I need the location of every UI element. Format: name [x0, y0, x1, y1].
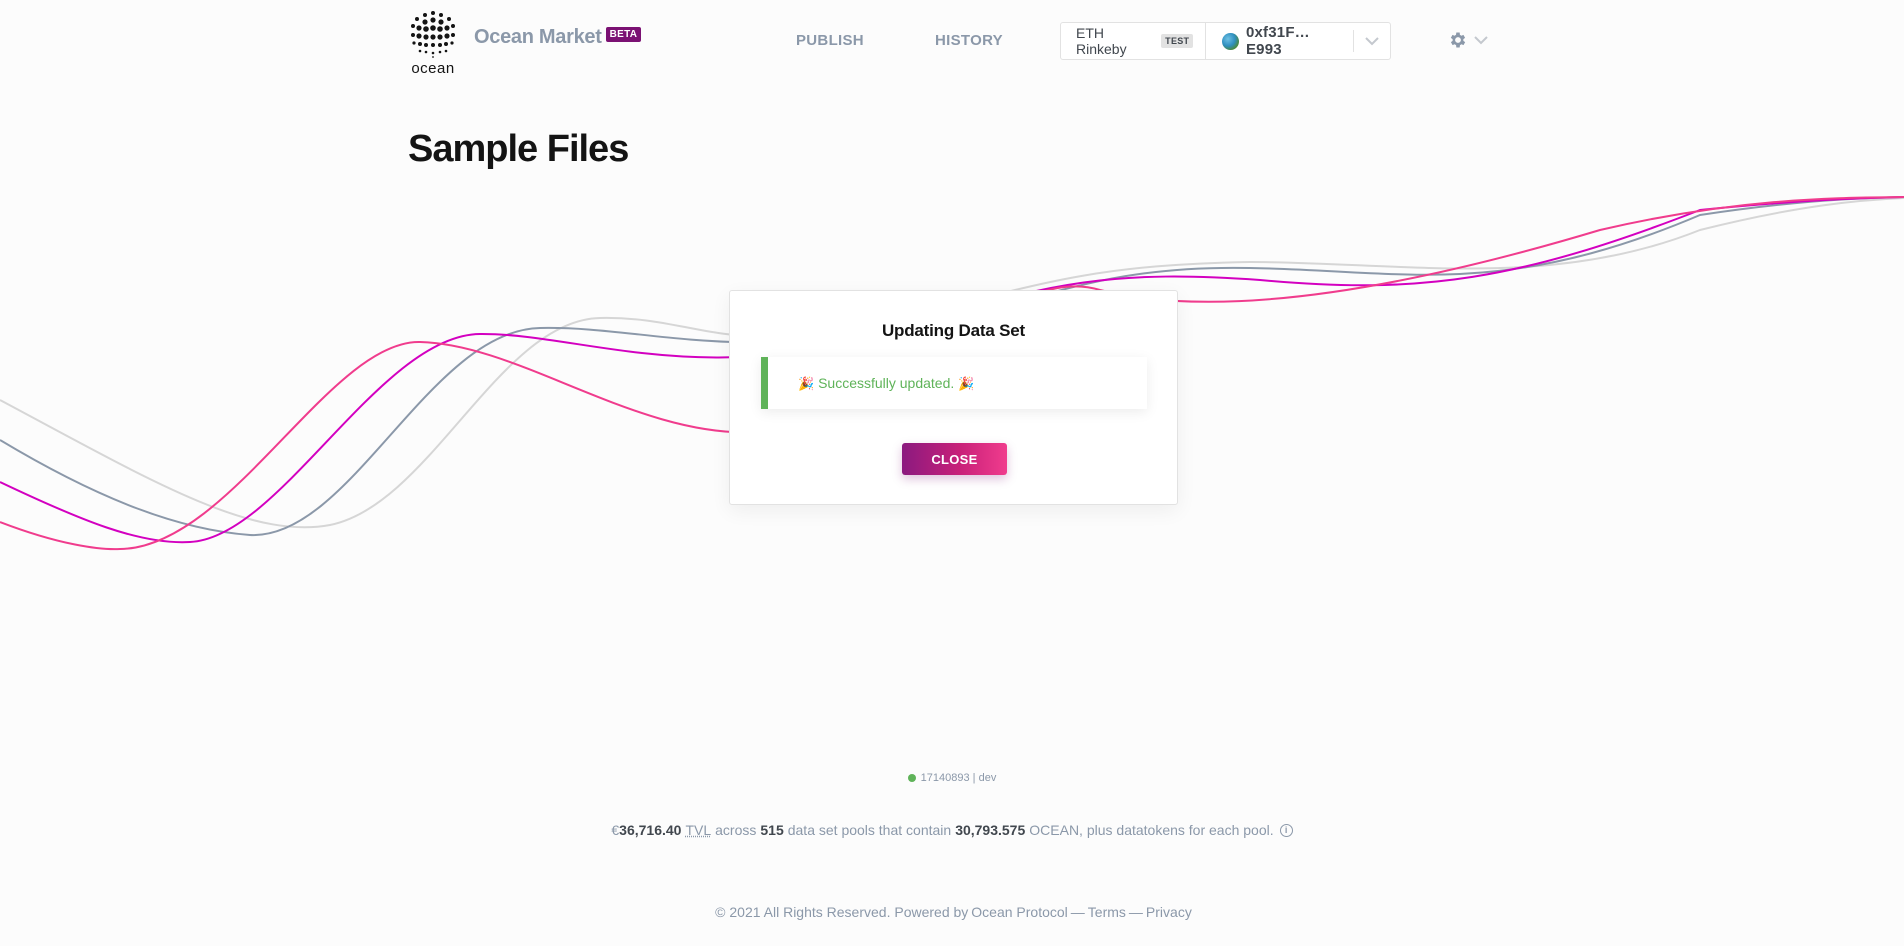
- network-name: ETH Rinkeby: [1076, 25, 1127, 57]
- ocean-protocol-link[interactable]: Ocean Protocol: [971, 904, 1068, 920]
- terms-link[interactable]: Terms: [1088, 904, 1126, 920]
- party-popper-icon-trailing: 🎉: [958, 375, 975, 391]
- privacy-link[interactable]: Privacy: [1146, 904, 1192, 920]
- nav-publish-link[interactable]: PUBLISH: [796, 32, 864, 49]
- success-message: 🎉 Successfully updated. 🎉: [798, 375, 974, 392]
- brand-name: Ocean Market: [474, 26, 602, 48]
- party-popper-icon: 🎉: [798, 375, 815, 391]
- info-icon[interactable]: i: [1279, 823, 1293, 837]
- ocean-logo: ocean: [408, 10, 458, 77]
- status-dot: [907, 774, 916, 782]
- network-test-badge: TEST: [1161, 34, 1194, 48]
- tvl-abbr[interactable]: TVL: [685, 822, 711, 838]
- network-indicator[interactable]: ETH Rinkeby TEST: [1061, 23, 1207, 59]
- wallet-widget: ETH Rinkeby TEST 0xf31F…E993: [1060, 22, 1391, 60]
- build-id[interactable]: 17140893 | dev: [0, 772, 1904, 784]
- account-button[interactable]: 0xf31F…E993: [1206, 23, 1390, 59]
- ocean-dots-logo-icon: [411, 11, 455, 58]
- copyright-text: © 2021 All Rights Reserved. Powered by: [715, 904, 969, 920]
- copyright-line: © 2021 All Rights Reserved. Powered by O…: [0, 904, 1904, 920]
- build-hash: 17140893: [920, 772, 970, 784]
- globe-avatar-icon: [1222, 32, 1239, 50]
- site-header: ocean Ocean Market BETA PUBLISH HISTORY …: [0, 0, 1904, 90]
- tvl-currency: €: [611, 822, 620, 838]
- settings-chevron-down-icon: [1474, 35, 1488, 44]
- tvl-value: 36,716.40: [619, 822, 682, 838]
- settings-menu-button[interactable]: [1448, 30, 1488, 50]
- pool-count: 515: [760, 822, 784, 838]
- close-button[interactable]: CLOSE: [902, 443, 1007, 475]
- stats-across: across: [715, 822, 757, 838]
- home-logo-link[interactable]: ocean Ocean Market BETA: [408, 10, 642, 77]
- footer-dash-2: —: [1128, 904, 1143, 920]
- ocean-amount: 30,793.575: [955, 822, 1026, 838]
- page-title: Sample Files: [408, 128, 629, 170]
- build-separator: |: [972, 772, 976, 784]
- beta-badge: BETA: [605, 27, 642, 42]
- gear-icon: [1450, 32, 1466, 48]
- dialog-title: Updating Data Set: [881, 321, 1025, 340]
- chevron-down-icon[interactable]: [1364, 33, 1380, 49]
- success-message-text: Successfully updated.: [818, 374, 955, 391]
- footer-dash-1: —: [1070, 904, 1085, 920]
- wallet-address: 0xf31F…E993: [1245, 24, 1310, 58]
- market-stats: € 36,716.40 TVL across 515 data set pool…: [0, 822, 1904, 838]
- stats-pools-text: data set pools that contain: [787, 822, 952, 838]
- stats-ocean-text: OCEAN, plus datatokens for each pool.: [1029, 822, 1274, 838]
- logo-wordmark: ocean: [411, 60, 455, 77]
- brand-title: Ocean Market BETA: [474, 26, 642, 49]
- build-env: dev: [978, 772, 997, 784]
- update-status-dialog: Updating Data Set 🎉 Successfully updated…: [729, 290, 1178, 505]
- nav-history-link[interactable]: HISTORY: [935, 32, 1003, 49]
- success-alert: 🎉 Successfully updated. 🎉: [761, 357, 1147, 409]
- account-divider: [1353, 30, 1355, 52]
